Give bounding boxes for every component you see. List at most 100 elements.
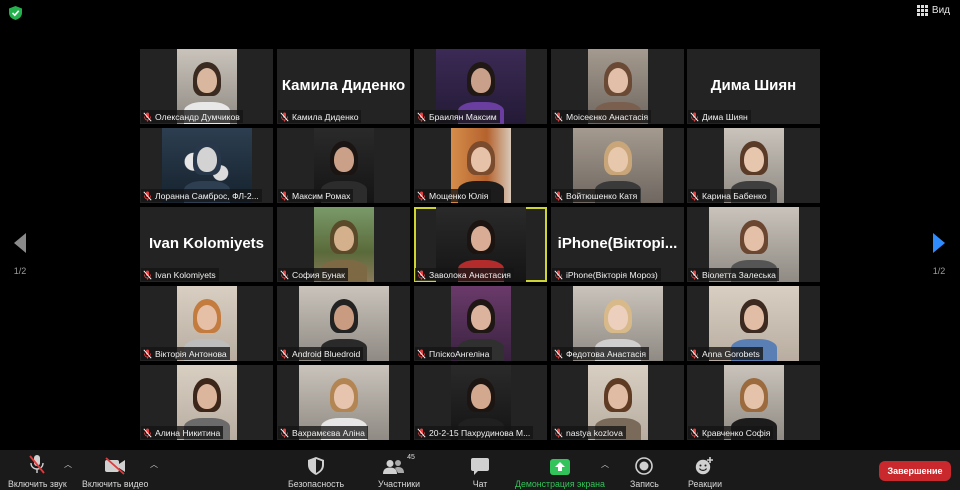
end-meeting-button[interactable]: Завершение [879, 461, 951, 481]
participant-tile[interactable]: Максим Ромах [277, 128, 410, 203]
participant-tile[interactable]: ПліскоАнгеліна [414, 286, 547, 361]
participant-name-tag: Лоранна Самброс, ФЛ-2... [141, 189, 262, 202]
muted-mic-icon [280, 349, 289, 359]
person-face [333, 384, 354, 409]
participant-tile[interactable]: Android Bluedroid [277, 286, 410, 361]
person-face [470, 305, 491, 330]
participant-name: Anna Gorobets [702, 348, 760, 359]
participant-tile[interactable]: Anna Gorobets [687, 286, 820, 361]
person-face [333, 305, 354, 330]
participant-name: Ivan Kolomiyets [155, 269, 216, 280]
view-button[interactable]: Вид [916, 5, 950, 16]
record-icon [635, 457, 654, 475]
person-face [470, 147, 491, 172]
participant-name: Мощенко Юлія [429, 190, 489, 201]
participant-tile[interactable]: Кравченко Софія [687, 365, 820, 440]
participant-name-tag: Браилян Максим [415, 110, 500, 123]
participant-tile[interactable]: nastya kozlova [551, 365, 684, 440]
participants-button[interactable]: 45 Участники [378, 454, 420, 489]
participant-tile[interactable]: Карина Бабенко [687, 128, 820, 203]
person-face [196, 384, 217, 409]
person-face [743, 305, 764, 330]
share-screen-button[interactable]: Демонстрация экрана [515, 454, 605, 489]
participant-name-tag: Олександр Думчиков [141, 110, 243, 123]
participant-tile[interactable]: Моісеєнко Анастасія [551, 49, 684, 124]
participant-tile[interactable]: Олександр Думчиков [140, 49, 273, 124]
participant-name: София Бунак [292, 269, 345, 280]
participant-tile[interactable]: Алина Никитина [140, 365, 273, 440]
participant-name-tag: София Бунак [278, 268, 348, 281]
muted-mic-icon [143, 428, 152, 438]
record-button[interactable]: Запись [630, 454, 659, 489]
reactions-button[interactable]: Реакции [688, 454, 722, 489]
person-face [333, 147, 354, 172]
person-face [470, 68, 491, 93]
participant-tile[interactable]: Лоранна Самброс, ФЛ-2... [140, 128, 273, 203]
previous-page-button[interactable]: 1/2 [7, 232, 33, 276]
participant-name: ПліскоАнгеліна [429, 348, 490, 359]
start-video-button[interactable]: Включить видео [82, 454, 148, 489]
participant-name-tag: Anna Gorobets [688, 347, 763, 360]
participant-tile[interactable]: Дима Шиян Дима Шиян [687, 49, 820, 124]
participant-tile[interactable]: Ivan Kolomiyets Ivan Kolomiyets [140, 207, 273, 282]
participant-tile[interactable]: Войтюшенко Катя [551, 128, 684, 203]
muted-mic-icon [280, 191, 289, 201]
participant-name: Максим Ромах [292, 190, 351, 201]
audio-options-caret[interactable]: ︿ [64, 459, 72, 470]
participant-name-tag: Віолетта Залеська [688, 268, 779, 281]
participant-name-tag: ПліскоАнгеліна [415, 347, 493, 360]
participant-tile[interactable]: Вахрамєєва Аліна [277, 365, 410, 440]
person-face [196, 68, 217, 93]
participant-tile[interactable]: Мощенко Юлія [414, 128, 547, 203]
participant-tile[interactable]: Заволока Анастасия [414, 207, 547, 282]
security-label: Безопасность [288, 479, 345, 489]
muted-mic-icon [143, 191, 152, 201]
security-button[interactable]: Безопасность [288, 454, 344, 489]
participant-tile[interactable]: 20-2-15 Пахрудинова М... [414, 365, 547, 440]
participant-name-tag: Кравченко Софія [688, 426, 774, 439]
participant-tile[interactable]: Федотова Анастасія [551, 286, 684, 361]
video-options-caret[interactable]: ︿ [150, 459, 158, 470]
person-face [607, 147, 628, 172]
participant-tile[interactable]: София Бунак [277, 207, 410, 282]
security-shield-icon[interactable] [9, 6, 22, 20]
person-face [607, 305, 628, 330]
participant-name: Лоранна Самброс, ФЛ-2... [155, 190, 259, 201]
participant-name-tag: Дима Шиян [688, 110, 751, 123]
muted-mic-icon [554, 112, 563, 122]
participants-label: Участники [378, 479, 421, 489]
participant-name-tag: Android Bluedroid [278, 347, 364, 360]
start-video-label: Включить видео [82, 479, 149, 489]
participant-name-tag: iPhone(Вікторія Мороз) [552, 268, 661, 281]
share-options-caret[interactable]: ︿ [601, 459, 609, 470]
person-face [196, 147, 217, 172]
participant-name: Android Bluedroid [292, 348, 361, 359]
chat-button[interactable]: Чат [471, 454, 489, 489]
share-screen-icon [549, 459, 570, 475]
unmute-label: Включить звук [8, 479, 67, 489]
participant-tile[interactable]: Вікторія Антонова [140, 286, 273, 361]
participant-name: Вахрамєєва Аліна [292, 427, 365, 438]
muted-mic-icon [417, 191, 426, 201]
participant-tile[interactable]: Віолетта Залеська [687, 207, 820, 282]
participant-tile[interactable]: iPhone(Вікторі... iPhone(Вікторія Мороз) [551, 207, 684, 282]
unmute-button[interactable]: Включить звук [8, 454, 67, 489]
muted-mic-icon [690, 112, 699, 122]
record-label: Запись [630, 479, 659, 489]
muted-mic-icon [280, 112, 289, 122]
participant-name-tag: Заволока Анастасия [415, 268, 514, 281]
person-face [196, 305, 217, 330]
next-page-button[interactable]: 1/2 [926, 232, 952, 276]
participant-name-tag: 20-2-15 Пахрудинова М... [415, 426, 534, 439]
participant-tile[interactable]: Браилян Максим [414, 49, 547, 124]
person-face [743, 384, 764, 409]
participant-tile[interactable]: Камила Диденко Камила Диденко [277, 49, 410, 124]
participant-name: Дима Шиян [702, 111, 748, 122]
participants-count: 45 [407, 454, 415, 461]
participant-name: Заволока Анастасия [429, 269, 511, 280]
chevron-right-icon [933, 233, 945, 253]
view-label: Вид [931, 5, 950, 16]
person-face [743, 226, 764, 251]
participant-name-tag: Войтюшенко Катя [552, 189, 641, 202]
emoji-reaction-icon [696, 457, 714, 475]
